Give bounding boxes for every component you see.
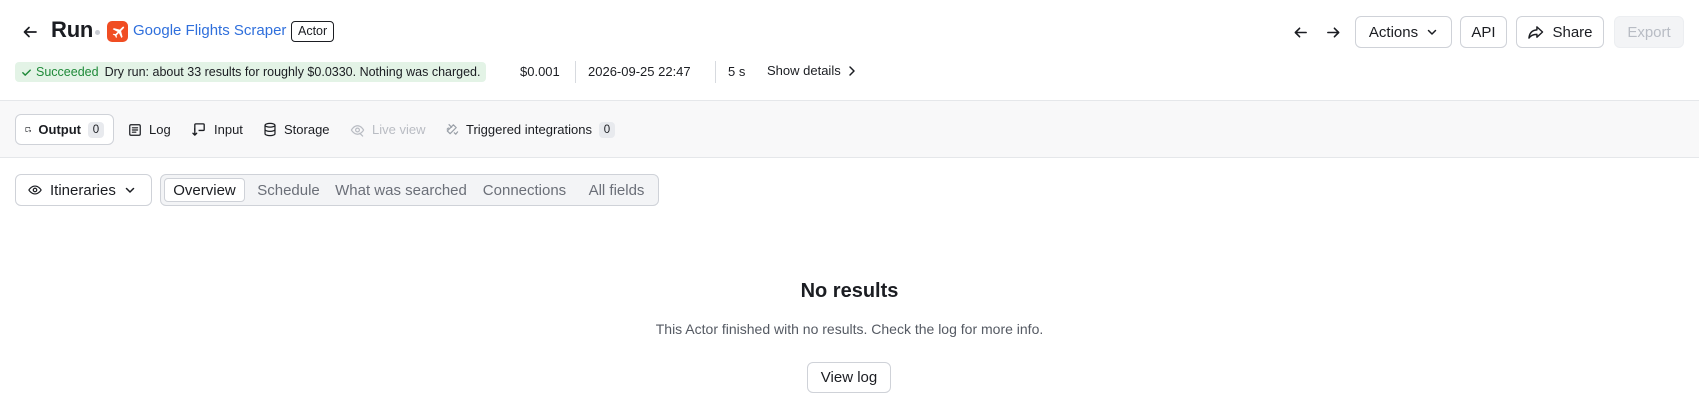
airplane-icon [107, 21, 128, 42]
run-cost: $0.001 [520, 64, 560, 79]
integrations-icon [446, 123, 459, 135]
divider [715, 61, 716, 83]
tab-label: Storage [284, 122, 330, 137]
api-button[interactable]: API [1460, 16, 1507, 48]
tab-triggered-integrations[interactable]: Triggered integrations 0 [435, 114, 624, 145]
run-header: Run Google Flights Scraper Actor Actions… [0, 0, 1699, 100]
integrations-count: 0 [598, 121, 615, 138]
segment-connections[interactable]: Connections [473, 178, 576, 202]
show-details-label: Show details [767, 63, 841, 78]
title-separator [95, 30, 100, 35]
eye-off-icon [350, 124, 365, 137]
tab-label: Output [38, 122, 81, 137]
show-details-button[interactable]: Show details [767, 63, 857, 78]
output-icon [25, 127, 32, 133]
view-segmented-control: Overview Schedule What was searched Conn… [160, 174, 659, 206]
actor-name-link[interactable]: Google Flights Scraper [133, 22, 286, 39]
empty-state-title: No results [800, 280, 899, 302]
tab-label: Log [149, 122, 171, 137]
view-select[interactable]: Itineraries [15, 174, 152, 206]
previous-run-button[interactable] [1287, 20, 1313, 44]
chevron-down-icon [1427, 29, 1437, 35]
tab-input[interactable]: Input [183, 114, 252, 145]
divider [575, 61, 576, 83]
segment-all-fields[interactable]: All fields [579, 178, 654, 202]
eye-icon [28, 185, 42, 195]
arrow-right-icon [1326, 26, 1339, 38]
tab-storage[interactable]: Storage [254, 114, 339, 145]
actions-label: Actions [1368, 23, 1419, 41]
back-button[interactable] [18, 20, 42, 44]
log-icon [129, 123, 141, 136]
input-icon [192, 123, 205, 136]
share-icon [1528, 25, 1544, 39]
view-select-value: Itineraries [50, 181, 116, 199]
segment-overview[interactable]: Overview [164, 178, 245, 202]
tab-live-view[interactable]: Live view [341, 114, 434, 145]
tab-output[interactable]: Output 0 [15, 114, 114, 145]
share-button[interactable]: Share [1516, 16, 1604, 48]
tab-label: Input [214, 122, 243, 137]
status-message: Dry run: about 33 results for roughly $0… [104, 65, 481, 79]
tab-label: Triggered integrations [466, 122, 592, 137]
segment-schedule[interactable]: Schedule [249, 178, 328, 202]
export-button[interactable]: Export [1614, 16, 1684, 48]
chevron-right-icon [848, 65, 855, 76]
view-log-button[interactable]: View log [807, 362, 891, 393]
page-title: Run [51, 17, 94, 42]
arrow-left-icon [1294, 26, 1307, 38]
status-state: Succeeded [36, 65, 99, 79]
tab-log[interactable]: Log [119, 114, 180, 145]
chevron-down-icon [125, 187, 135, 193]
next-run-button[interactable] [1320, 20, 1346, 44]
run-timestamp: 2026-09-25 22:47 [588, 64, 691, 79]
tab-label: Live view [372, 122, 426, 137]
run-tabs: Output 0 Log Input Storage Live view Tri… [0, 100, 1699, 158]
check-icon [22, 68, 31, 76]
actions-button[interactable]: Actions [1355, 16, 1452, 48]
segment-what-was-searched[interactable]: What was searched [331, 178, 471, 202]
status-badge: Succeeded Dry run: about 33 results for … [15, 62, 487, 82]
arrow-left-icon [23, 26, 37, 38]
output-count: 0 [88, 121, 104, 138]
empty-state-description: This Actor finished with no results. Che… [655, 321, 1044, 337]
database-icon [264, 122, 276, 137]
run-duration: 5 s [728, 64, 746, 79]
share-label: Share [1552, 23, 1593, 41]
actor-badge: Actor [291, 21, 335, 42]
